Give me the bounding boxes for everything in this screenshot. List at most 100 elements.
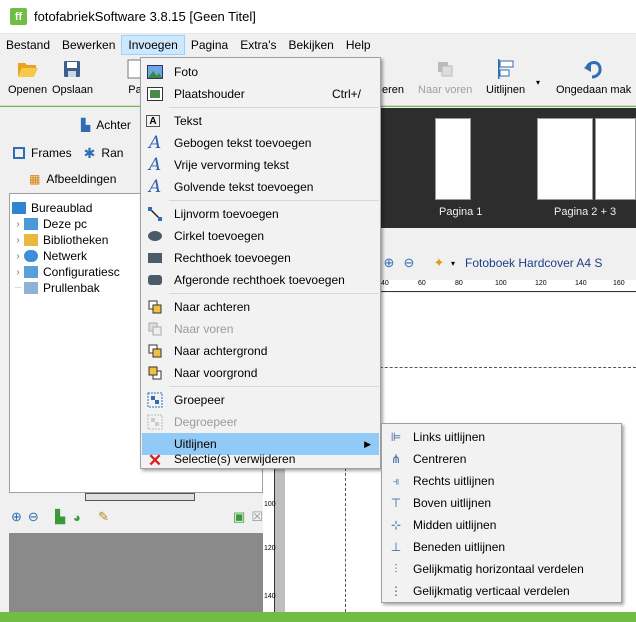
ruler-label: 120 bbox=[535, 280, 547, 287]
zoom-in-icon[interactable]: ⊕ bbox=[11, 509, 22, 525]
menu-item-free-transform-text[interactable]: A Vrije vervorming tekst bbox=[142, 154, 379, 176]
border-star-icon: ✱ bbox=[83, 144, 96, 161]
open-button[interactable]: Openen bbox=[8, 58, 47, 96]
menu-item-align-top[interactable]: ⊤ Boven uitlijnen bbox=[383, 492, 620, 514]
menu-item-rounded-rectangle[interactable]: Afgeronde rechthoek toevoegen bbox=[142, 269, 379, 291]
menu-item-group[interactable]: Groepeer bbox=[142, 389, 379, 411]
submenu-arrow-icon: ▶ bbox=[364, 438, 371, 449]
menu-bekijken[interactable]: Bekijken bbox=[283, 35, 340, 55]
menu-item-send-to-back[interactable]: Naar achtergrond bbox=[142, 340, 379, 362]
menu-item-bring-to-front[interactable]: Naar voorgrond bbox=[142, 362, 379, 384]
align-submenu: ⊫ Links uitlijnen ⋔ Centreren ⫣ Rechts u… bbox=[381, 423, 622, 603]
align-dropdown-arrow-icon[interactable]: ▾ bbox=[536, 78, 540, 87]
menu-item-circle[interactable]: Cirkel toevoegen bbox=[142, 225, 379, 247]
thumbnail-label-page-1: Pagina 1 bbox=[439, 206, 483, 218]
menu-item-text[interactable]: A Tekst bbox=[142, 110, 379, 132]
edit-image-icon[interactable]: ✎ bbox=[98, 509, 109, 525]
menu-item-align-left[interactable]: ⊫ Links uitlijnen bbox=[383, 426, 620, 448]
expand-chevron-icon[interactable]: › bbox=[12, 219, 24, 230]
menu-pagina[interactable]: Pagina bbox=[185, 35, 234, 55]
menu-item-placeholder[interactable]: Plaatshouder Ctrl+/ bbox=[142, 83, 379, 105]
zoom-in-icon[interactable]: ⊕ bbox=[381, 255, 397, 271]
app-logo-icon: ff bbox=[10, 8, 27, 25]
expand-chevron-icon[interactable]: › bbox=[12, 235, 24, 246]
menu-item-delete-selection[interactable]: ✕ Selectie(s) verwijderen bbox=[142, 451, 379, 470]
thumbnail-page-3[interactable] bbox=[595, 118, 636, 200]
menu-item-rectangle[interactable]: Rechthoek toevoegen bbox=[142, 247, 379, 269]
bring-to-front-icon bbox=[146, 364, 164, 382]
horizontal-scrollbar[interactable] bbox=[85, 493, 195, 501]
sort-icon[interactable]: ▙ bbox=[55, 509, 66, 525]
ruler-label: 100 bbox=[264, 501, 276, 508]
save-button[interactable]: Opslaan bbox=[52, 58, 93, 96]
menu-item-send-backward[interactable]: Naar achteren bbox=[142, 296, 379, 318]
floppy-disk-icon bbox=[61, 58, 83, 80]
tree-label: Bureaublad bbox=[31, 201, 93, 215]
menu-item-photo[interactable]: Foto bbox=[142, 61, 379, 83]
menu-item-align-middle[interactable]: ⊹ Midden uitlijnen bbox=[383, 514, 620, 536]
text-icon: A bbox=[146, 115, 160, 127]
circle-icon bbox=[146, 227, 164, 245]
line-shape-icon bbox=[146, 205, 164, 223]
undo-label: Ongedaan mak bbox=[556, 84, 632, 96]
pie-chart-icon[interactable]: ◕ bbox=[71, 509, 82, 525]
left-icon-toolbar: ⊕ ⊖ ▙ ◕ ✎ ▣ ☒ bbox=[9, 505, 263, 529]
forward-label: eren bbox=[382, 84, 405, 96]
select-all-icon[interactable]: ▣ bbox=[233, 509, 245, 525]
align-toolbar-icon bbox=[495, 58, 517, 80]
zoom-out-icon[interactable]: ⊖ bbox=[28, 509, 39, 525]
menu-invoegen[interactable]: Invoegen bbox=[121, 35, 185, 55]
menu-item-distribute-vertical[interactable]: ⋮ Gelijkmatig verticaal verdelen bbox=[383, 580, 620, 602]
group-icon bbox=[146, 391, 164, 409]
thumbnail-page-1[interactable] bbox=[435, 118, 471, 200]
menu-item-ungroup[interactable]: Degroepeer bbox=[142, 411, 379, 433]
distribute-horizontal-icon: ⫶ bbox=[394, 561, 398, 576]
align-label: Uitlijnen bbox=[486, 84, 526, 96]
thumbnail-area bbox=[9, 533, 263, 612]
align-center-icon: ⋔ bbox=[390, 452, 402, 466]
menu-separator bbox=[169, 200, 379, 201]
bring-forward-icon bbox=[146, 320, 164, 338]
expand-chevron-icon[interactable]: › bbox=[12, 267, 24, 278]
menu-bestand[interactable]: Bestand bbox=[0, 35, 56, 55]
distribute-vertical-icon: ⋮ bbox=[390, 584, 402, 598]
insert-menu: Foto Plaatshouder Ctrl+/ A Tekst A Gebog… bbox=[140, 57, 381, 470]
ruler-label: 100 bbox=[495, 280, 507, 287]
thumbnail-page-2-3[interactable] bbox=[537, 118, 593, 200]
tree-label: Bibliotheken bbox=[43, 233, 109, 247]
send-backward-icon bbox=[146, 298, 164, 316]
menu-item-align-bottom[interactable]: ⊥ Beneden uitlijnen bbox=[383, 536, 620, 558]
to-front-label: Naar voren bbox=[418, 84, 473, 96]
undo-button[interactable]: Ongedaan mak bbox=[556, 58, 631, 96]
align-button[interactable]: Uitlijnen bbox=[486, 58, 525, 96]
tab-border[interactable]: Ran bbox=[101, 146, 123, 160]
to-front-button[interactable]: Naar voren bbox=[418, 58, 472, 96]
to-front-icon bbox=[434, 58, 456, 80]
ruler-label: 140 bbox=[264, 593, 276, 600]
curved-text-icon: A bbox=[148, 133, 162, 153]
product-name: Fotoboek Hardcover A4 S bbox=[465, 256, 603, 270]
ruler-label: 160 bbox=[613, 280, 625, 287]
send-to-back-icon bbox=[146, 342, 164, 360]
menu-item-distribute-horizontal[interactable]: ⫶ Gelijkmatig horizontaal verdelen bbox=[383, 558, 620, 580]
background-tab-icon: ▙ bbox=[81, 118, 91, 132]
zoom-out-icon[interactable]: ⊖ bbox=[401, 255, 417, 271]
menu-item-wavy-text[interactable]: A Golvende tekst toevoegen bbox=[142, 176, 379, 198]
align-middle-icon: ⊹ bbox=[390, 518, 402, 532]
menu-item-curved-text[interactable]: A Gebogen tekst toevoegen bbox=[142, 132, 379, 154]
menu-help[interactable]: Help bbox=[340, 35, 377, 55]
forward-button-partial[interactable]: eren bbox=[382, 58, 404, 96]
menu-item-align-right[interactable]: ⫣ Rechts uitlijnen bbox=[383, 470, 620, 492]
tab-frames[interactable]: Frames bbox=[31, 146, 72, 160]
menu-item-align-center[interactable]: ⋔ Centreren bbox=[383, 448, 620, 470]
menu-item-line-shape[interactable]: Lijnvorm toevoegen bbox=[142, 203, 379, 225]
menu-extras[interactable]: Extra's bbox=[234, 35, 282, 55]
deselect-icon[interactable]: ☒ bbox=[251, 509, 263, 525]
libraries-icon bbox=[24, 234, 38, 246]
menu-item-bring-forward[interactable]: Naar voren bbox=[142, 318, 379, 340]
dropdown-arrow-icon[interactable]: ▾ bbox=[451, 259, 455, 268]
expand-chevron-icon[interactable]: › bbox=[12, 251, 24, 262]
menu-bewerken[interactable]: Bewerken bbox=[56, 35, 121, 55]
magic-wand-icon[interactable]: ✦ bbox=[431, 255, 447, 271]
ruler-label: 120 bbox=[264, 545, 276, 552]
